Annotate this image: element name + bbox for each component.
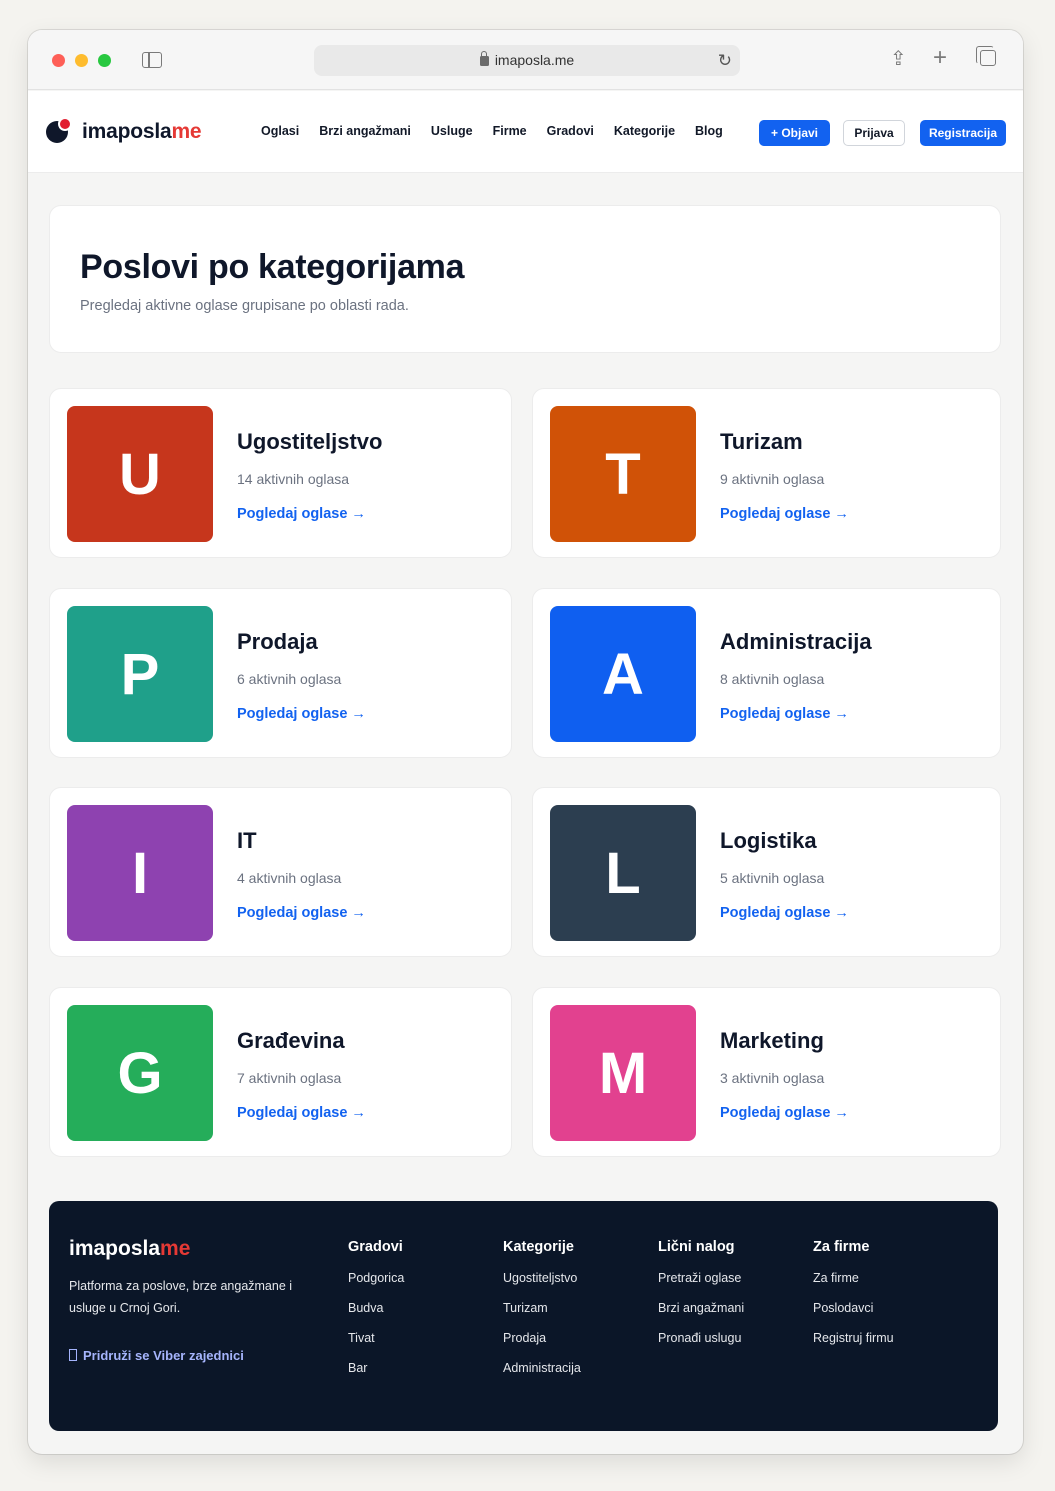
category-tile: P [67, 606, 213, 742]
main-nav: Oglasi Brzi angažmani Usluge Firme Grado… [261, 124, 723, 138]
category-tile: T [550, 406, 696, 542]
footer-column-kategorije: Kategorije Ugostiteljstvo Turizam Prodaj… [503, 1239, 581, 1390]
category-tile: A [550, 606, 696, 742]
category-count: 14 aktivnih oglasa [237, 471, 350, 487]
site-footer: imaposlame Platforma za poslove, brze an… [49, 1201, 998, 1431]
footer-link[interactable]: Budva [348, 1300, 404, 1330]
category-count: 7 aktivnih oglasa [237, 1070, 342, 1086]
view-listings-link[interactable]: Pogledaj oglase → [720, 506, 849, 522]
share-icon[interactable]: ⇪ [890, 46, 907, 71]
page-subtitle: Pregledaj aktivne oglase grupisane po ob… [80, 298, 409, 314]
category-count: 8 aktivnih oglasa [720, 671, 825, 687]
footer-column-title: Lični nalog [658, 1239, 735, 1255]
category-name: Ugostiteljstvo [237, 429, 383, 454]
url-display: imaposla.me [314, 51, 740, 68]
category-card-prodaja[interactable]: P Prodaja 6 aktivnih oglasa Pogledaj ogl… [49, 588, 512, 758]
browser-window: imaposla.me ↻ ⇪ + imaposlame Oglasi Brzi… [28, 30, 1023, 1454]
lock-icon [479, 51, 489, 66]
viber-icon [69, 1349, 77, 1361]
category-tile: I [67, 805, 213, 941]
viber-community-link[interactable]: Pridruži se Viber zajednici [69, 1348, 244, 1363]
category-name: Marketing [720, 1028, 824, 1053]
footer-link[interactable]: Registruj firmu [813, 1330, 894, 1360]
nav-link-brzi-angazmani[interactable]: Brzi angažmani [319, 124, 411, 138]
category-name: Prodaja [237, 629, 318, 654]
category-card-gradevina[interactable]: G Građevina 7 aktivnih oglasa Pogledaj o… [49, 987, 512, 1157]
category-count: 5 aktivnih oglasa [720, 870, 825, 886]
footer-column-gradovi: Gradovi Podgorica Budva Tivat Bar [348, 1239, 404, 1390]
category-tile: U [67, 406, 213, 542]
category-card-ugostiteljstvo[interactable]: U Ugostiteljstvo 14 aktivnih oglasa Pogl… [49, 388, 512, 558]
category-count: 4 aktivnih oglasa [237, 870, 342, 886]
minimize-window-button[interactable] [75, 54, 88, 67]
category-card-logistika[interactable]: L Logistika 5 aktivnih oglasa Pogledaj o… [532, 787, 1001, 957]
category-name: Administracija [720, 629, 872, 654]
site-logo[interactable]: imaposlame [46, 117, 202, 147]
footer-link[interactable]: Pretraži oglase [658, 1270, 744, 1300]
view-listings-link[interactable]: Pogledaj oglase → [720, 1105, 849, 1121]
category-count: 6 aktivnih oglasa [237, 671, 342, 687]
view-listings-link[interactable]: Pogledaj oglase → [720, 905, 849, 921]
page-header: Poslovi po kategorijama Pregledaj aktivn… [49, 205, 1001, 353]
address-bar[interactable]: imaposla.me ↻ [314, 45, 740, 76]
footer-link[interactable]: Poslodavci [813, 1300, 894, 1330]
sidebar-toggle-icon[interactable] [142, 52, 162, 68]
footer-column-za-firme: Za firme Za firme Poslodavci Registruj f… [813, 1239, 894, 1360]
category-name: Turizam [720, 429, 803, 454]
footer-link[interactable]: Bar [348, 1360, 404, 1390]
category-name: IT [237, 828, 257, 853]
view-listings-link[interactable]: Pogledaj oglase → [237, 506, 366, 522]
footer-column-licni-nalog: Lični nalog Pretraži oglase Brzi angažma… [658, 1239, 744, 1360]
footer-link[interactable]: Podgorica [348, 1270, 404, 1300]
footer-column-title: Gradovi [348, 1239, 403, 1255]
nav-link-gradovi[interactable]: Gradovi [547, 124, 594, 138]
browser-titlebar: imaposla.me ↻ ⇪ + [28, 30, 1023, 90]
footer-link[interactable]: Pronađi uslugu [658, 1330, 744, 1360]
category-tile: L [550, 805, 696, 941]
footer-description: Platforma za poslove, brze angažmane i u… [69, 1279, 293, 1315]
category-count: 3 aktivnih oglasa [720, 1070, 825, 1086]
category-count: 9 aktivnih oglasa [720, 471, 825, 487]
logo-mark-icon [46, 117, 72, 143]
view-listings-link[interactable]: Pogledaj oglase → [237, 706, 366, 722]
site-header: imaposlame Oglasi Brzi angažmani Usluge … [28, 91, 1023, 173]
category-tile: G [67, 1005, 213, 1141]
page-title: Poslovi po kategorijama [80, 248, 465, 286]
footer-link[interactable]: Prodaja [503, 1330, 581, 1360]
category-tile: M [550, 1005, 696, 1141]
close-window-button[interactable] [52, 54, 65, 67]
nav-link-kategorije[interactable]: Kategorije [614, 124, 675, 138]
publish-button[interactable]: + Objavi [759, 120, 830, 146]
reload-icon[interactable]: ↻ [718, 51, 732, 71]
view-listings-link[interactable]: Pogledaj oglase → [237, 905, 366, 921]
footer-link[interactable]: Za firme [813, 1270, 894, 1300]
nav-link-firme[interactable]: Firme [493, 124, 527, 138]
category-card-it[interactable]: I IT 4 aktivnih oglasa Pogledaj oglase → [49, 787, 512, 957]
footer-link[interactable]: Turizam [503, 1300, 581, 1330]
zoom-window-button[interactable] [98, 54, 111, 67]
category-name: Logistika [720, 828, 817, 853]
category-card-marketing[interactable]: M Marketing 3 aktivnih oglasa Pogledaj o… [532, 987, 1001, 1157]
view-listings-link[interactable]: Pogledaj oglase → [720, 706, 849, 722]
footer-link[interactable]: Ugostiteljstvo [503, 1270, 581, 1300]
login-button[interactable]: Prijava [843, 120, 905, 146]
tab-overview-icon[interactable] [976, 46, 996, 66]
footer-column-title: Za firme [813, 1239, 870, 1255]
footer-logo[interactable]: imaposlame [69, 1237, 190, 1261]
footer-link[interactable]: Administracija [503, 1360, 581, 1390]
new-tab-icon[interactable]: + [933, 44, 947, 72]
url-text: imaposla.me [494, 52, 575, 68]
footer-link[interactable]: Tivat [348, 1330, 404, 1360]
category-card-turizam[interactable]: T Turizam 9 aktivnih oglasa Pogledaj ogl… [532, 388, 1001, 558]
nav-link-blog[interactable]: Blog [695, 124, 723, 138]
footer-link[interactable]: Brzi angažmani [658, 1300, 744, 1330]
register-button[interactable]: Registracija [920, 120, 1006, 146]
view-listings-link[interactable]: Pogledaj oglase → [237, 1105, 366, 1121]
nav-link-usluge[interactable]: Usluge [431, 124, 473, 138]
category-card-administracija[interactable]: A Administracija 8 aktivnih oglasa Pogle… [532, 588, 1001, 758]
footer-column-title: Kategorije [503, 1239, 574, 1255]
logo-text: imaposlame [82, 120, 202, 143]
category-name: Građevina [237, 1028, 345, 1053]
nav-link-oglasi[interactable]: Oglasi [261, 124, 299, 138]
